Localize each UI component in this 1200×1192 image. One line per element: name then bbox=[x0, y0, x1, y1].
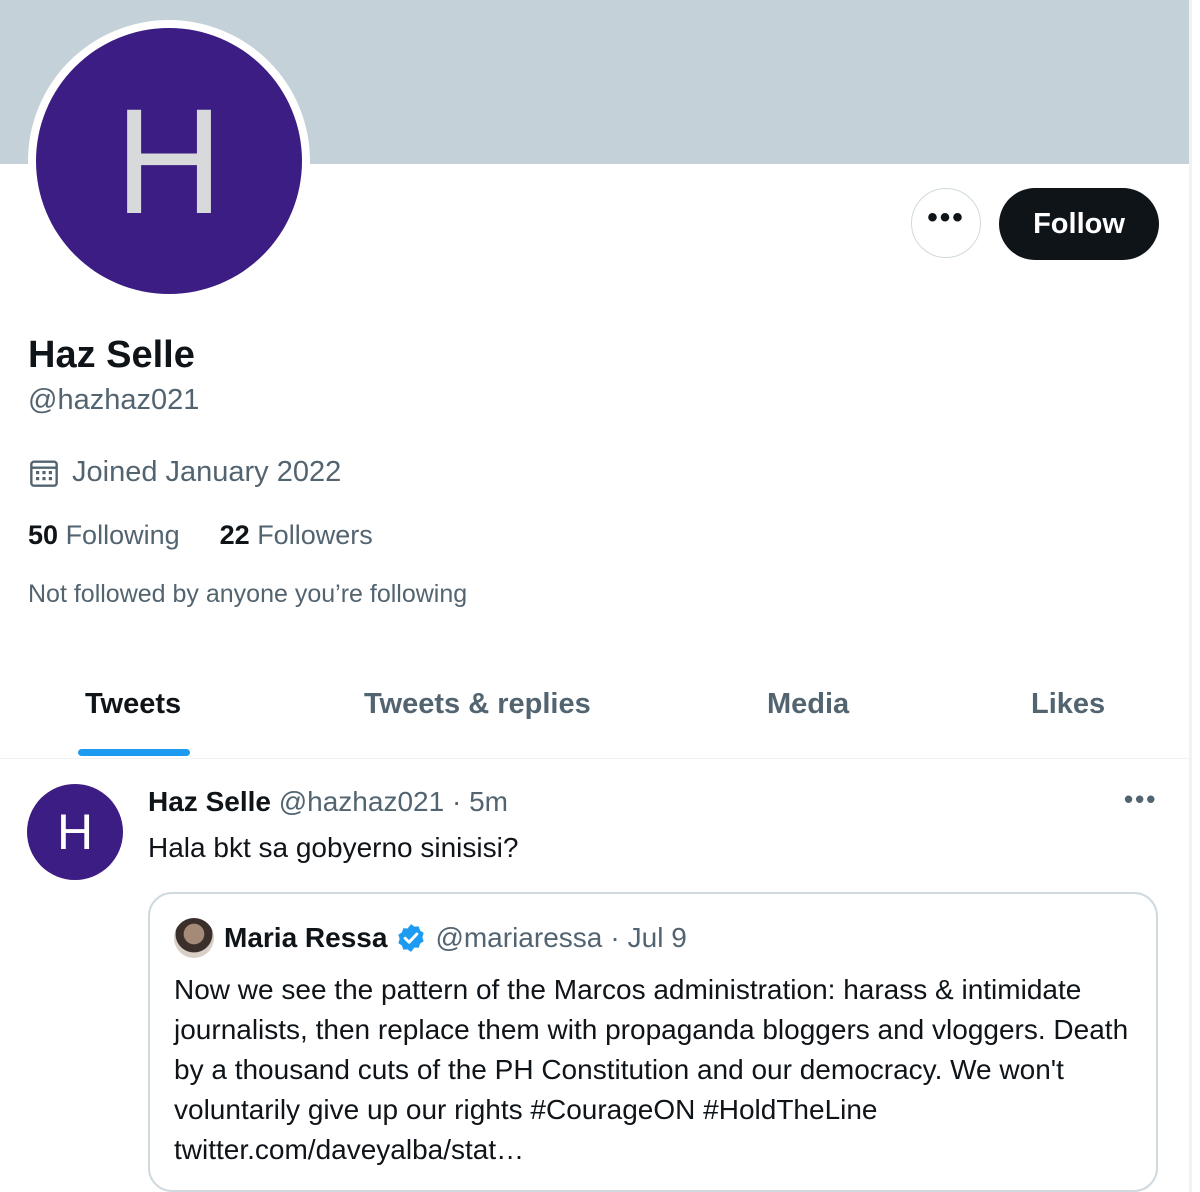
following-label: Following bbox=[65, 520, 180, 550]
followers-count: 22 bbox=[219, 520, 250, 550]
tweet-author-handle[interactable]: @hazhaz021 bbox=[279, 786, 444, 817]
following-count: 50 bbox=[28, 520, 59, 550]
tweet-text: Hala bkt sa gobyerno sinisisi? bbox=[148, 832, 519, 863]
tweet-more-icon[interactable]: ••• bbox=[1124, 784, 1157, 815]
quoted-date: Jul 9 bbox=[627, 922, 687, 953]
not-followed-notice: Not followed by anyone you’re following bbox=[28, 580, 468, 608]
more-horizontal-icon: ••• bbox=[927, 201, 965, 234]
quoted-separator: · bbox=[610, 922, 620, 953]
followers-label: Followers bbox=[257, 520, 373, 550]
profile-avatar[interactable]: H bbox=[28, 20, 310, 302]
profile-display-name: Haz Selle bbox=[28, 334, 195, 376]
quoted-author-name: Maria Ressa bbox=[224, 922, 388, 953]
tweet-author-name[interactable]: Haz Selle bbox=[148, 786, 271, 817]
tab-tweets-replies[interactable]: Tweets & replies bbox=[364, 688, 591, 721]
tab-media[interactable]: Media bbox=[767, 688, 849, 721]
verified-badge-icon bbox=[398, 924, 425, 952]
profile-handle: @hazhaz021 bbox=[28, 384, 200, 416]
quoted-author-handle: @mariaressa bbox=[435, 922, 603, 953]
quoted-tweet-header: Maria Ressa @mariaressa · Jul 9 bbox=[224, 922, 687, 954]
joined-text: Joined January 2022 bbox=[72, 456, 342, 488]
follow-button[interactable]: Follow bbox=[999, 188, 1159, 260]
tweet-header: Haz Selle @hazhaz021 · 5m bbox=[148, 786, 508, 818]
page-right-border bbox=[1189, 0, 1192, 1192]
joined-date: Joined January 2022 bbox=[28, 456, 341, 489]
followers-link[interactable]: 22 Followers bbox=[220, 520, 373, 551]
tab-tweets[interactable]: Tweets bbox=[85, 688, 181, 721]
profile-tabs: Tweets Tweets & replies Media Likes bbox=[0, 660, 1189, 759]
tweet-time[interactable]: 5m bbox=[469, 786, 508, 817]
profile-avatar-letter: H bbox=[36, 28, 302, 294]
calendar-icon bbox=[30, 459, 58, 487]
tweet-avatar[interactable]: H bbox=[27, 784, 123, 880]
quoted-tweet[interactable]: Maria Ressa @mariaressa · Jul 9 Now we s… bbox=[148, 892, 1158, 1192]
tweet-separator: · bbox=[451, 786, 462, 817]
active-tab-indicator bbox=[78, 749, 190, 756]
quoted-author-avatar bbox=[174, 918, 214, 958]
more-options-button[interactable]: ••• bbox=[911, 188, 981, 258]
following-link[interactable]: 50 Following bbox=[28, 520, 180, 551]
tab-likes[interactable]: Likes bbox=[1031, 688, 1105, 721]
follow-stats: 50 Following 22 Followers bbox=[28, 520, 413, 551]
quoted-tweet-text: Now we see the pattern of the Marcos adm… bbox=[174, 974, 1129, 1165]
